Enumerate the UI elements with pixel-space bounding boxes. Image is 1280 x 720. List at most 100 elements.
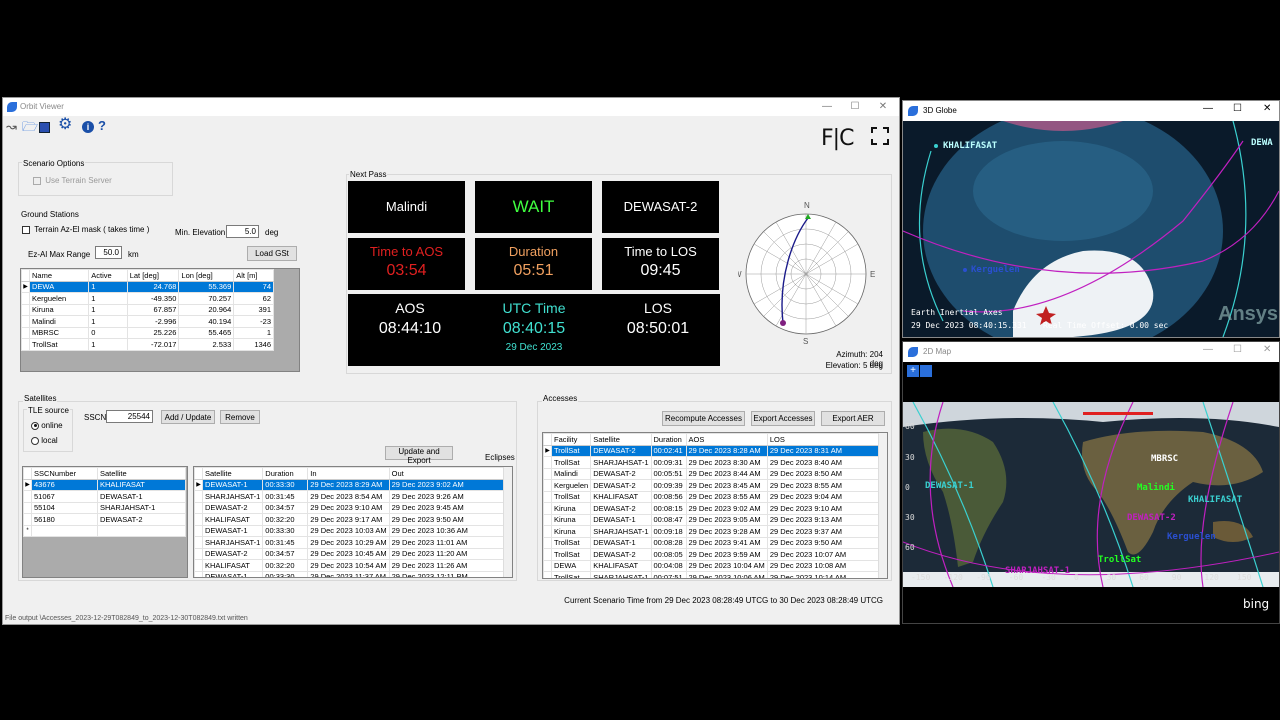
table-cell[interactable]: 29 Dec 2023 9:37 AM: [766, 525, 880, 538]
table-cell[interactable]: 00:33:30: [262, 524, 309, 537]
globe-close-button[interactable]: ✕: [1263, 103, 1271, 114]
table-cell[interactable]: KHALIFASAT: [201, 559, 264, 572]
table-cell[interactable]: 25.226: [126, 326, 180, 339]
table-cell[interactable]: 00:31:45: [262, 490, 309, 503]
table-cell[interactable]: MBRSC: [28, 326, 90, 339]
table-cell[interactable]: Kiruna: [28, 303, 90, 316]
table-cell[interactable]: 00:32:20: [262, 513, 309, 526]
table-cell[interactable]: 1: [88, 280, 128, 293]
table-cell[interactable]: 55104: [31, 501, 98, 514]
table-row[interactable]: ▶ DEWASAT-1 00:33:30 29 Dec 2023 8:29 AM 29 …: [194, 478, 505, 491]
table-row[interactable]: Kerguelen DEWASAT-2 00:09:39 29 Dec 2023 8:…: [543, 479, 880, 492]
eclipses-scrollbar[interactable]: [503, 467, 512, 577]
table-cell[interactable]: 29 Dec 2023 8:30 AM: [685, 456, 768, 469]
table-cell[interactable]: TrollSat: [550, 456, 592, 469]
table-row[interactable]: DEWASAT-2 00:34:57 29 Dec 2023 10:45 AM 29 …: [194, 547, 505, 560]
table-cell[interactable]: 29 Dec 2023 9:26 AM: [388, 490, 505, 503]
table-cell[interactable]: DEWASAT-1: [590, 513, 652, 526]
table-cell[interactable]: 74: [233, 280, 274, 293]
table-row[interactable]: MBRSC 0 25.226 55.465 1: [21, 326, 274, 339]
table-cell[interactable]: 29 Dec 2023 10:54 AM: [307, 559, 390, 572]
map-titlebar[interactable]: 2D Map: [903, 342, 1279, 362]
table-cell[interactable]: DEWA: [550, 559, 592, 572]
table-cell[interactable]: 1: [88, 338, 128, 351]
table-cell[interactable]: 00:33:30: [262, 478, 309, 491]
table-row[interactable]: ▶ TrollSat DEWASAT-2 00:02:41 29 Dec 2023 8:…: [543, 444, 880, 457]
table-cell[interactable]: 55.369: [178, 280, 235, 293]
export-accesses-button[interactable]: Export Accesses: [751, 411, 815, 426]
table-cell[interactable]: Kiruna: [550, 525, 592, 538]
table-cell[interactable]: 29 Dec 2023 8:55 AM: [766, 479, 880, 492]
table-cell[interactable]: -49.350: [126, 292, 180, 305]
maximize-button[interactable]: ☐: [841, 98, 869, 116]
table-cell[interactable]: 29 Dec 2023 8:55 AM: [685, 490, 768, 503]
table-cell[interactable]: 40.194: [178, 315, 235, 328]
table-cell[interactable]: 00:04:08: [650, 559, 687, 572]
table-cell[interactable]: 29 Dec 2023 9:50 AM: [766, 536, 880, 549]
table-cell[interactable]: 0: [88, 326, 128, 339]
table-row[interactable]: SHARJAHSAT-1 00:31:45 29 Dec 2023 8:54 AM 2…: [194, 490, 505, 503]
table-cell[interactable]: 55.465: [178, 326, 235, 339]
table-row[interactable]: TrollSat DEWASAT-2 00:08:05 29 Dec 2023 9:5…: [543, 548, 880, 561]
table-cell[interactable]: 1: [88, 292, 128, 305]
help-icon[interactable]: ?: [98, 118, 106, 134]
table-cell[interactable]: 00:05:51: [650, 467, 687, 480]
table-cell[interactable]: 29 Dec 2023 9:05 AM: [685, 513, 768, 526]
table-cell[interactable]: DEWASAT-2: [201, 501, 264, 514]
table-cell[interactable]: 29 Dec 2023 11:01 AM: [388, 536, 505, 549]
table-cell[interactable]: 29 Dec 2023 12:11 PM: [388, 570, 505, 577]
col-ecl-satellite[interactable]: Satellite: [201, 467, 264, 480]
table-row[interactable]: TrollSat KHALIFASAT 00:08:56 29 Dec 2023 8:…: [543, 490, 880, 503]
table-cell[interactable]: DEWASAT-1: [201, 478, 264, 491]
table-cell[interactable]: 29 Dec 2023 9:45 AM: [388, 501, 505, 514]
table-cell[interactable]: 29 Dec 2023 8:50 AM: [766, 467, 880, 480]
recompute-accesses-button[interactable]: Recompute Accesses: [662, 411, 745, 426]
new-row[interactable]: *: [23, 524, 186, 537]
table-cell[interactable]: DEWASAT-2: [590, 444, 652, 457]
table-row[interactable]: ▶ 43676 KHALIFASAT: [23, 478, 186, 491]
add-update-button[interactable]: Add / Update: [161, 410, 215, 424]
table-cell[interactable]: 00:08:15: [650, 502, 687, 515]
col-lat[interactable]: Lat [deg]: [126, 269, 180, 282]
table-cell[interactable]: 29 Dec 2023 8:31 AM: [766, 444, 880, 457]
table-row[interactable]: Malindi DEWASAT-2 00:05:51 29 Dec 2023 8:44…: [543, 467, 880, 480]
table-cell[interactable]: DEWASAT-2: [97, 513, 186, 526]
col-lon[interactable]: Lon [deg]: [178, 269, 235, 282]
table-cell[interactable]: 56180: [31, 513, 98, 526]
table-cell[interactable]: 29 Dec 2023 8:54 AM: [307, 490, 390, 503]
table-cell[interactable]: 29 Dec 2023 8:45 AM: [685, 479, 768, 492]
table-cell[interactable]: 20.964: [178, 303, 235, 316]
save-icon[interactable]: [39, 122, 50, 133]
table-cell[interactable]: 29 Dec 2023 9:02 AM: [388, 478, 505, 491]
table-cell[interactable]: -72.017: [126, 338, 180, 351]
col-acc-los[interactable]: LOS: [766, 433, 880, 446]
accesses-scrollbar[interactable]: [878, 433, 887, 578]
online-radio[interactable]: online: [31, 421, 63, 430]
table-row[interactable]: Kiruna 1 67.857 20.964 391: [21, 303, 274, 316]
table-cell[interactable]: 29 Dec 2023 10:07 AM: [766, 548, 880, 561]
table-row[interactable]: Kiruna DEWASAT-1 00:08:47 29 Dec 2023 9:05 …: [543, 513, 880, 526]
table-cell[interactable]: 00:32:20: [262, 559, 309, 572]
table-cell[interactable]: Kiruna: [550, 502, 592, 515]
table-cell[interactable]: DEWASAT-1: [201, 524, 264, 537]
table-cell[interactable]: 00:09:31: [650, 456, 687, 469]
table-row[interactable]: SHARJAHSAT-1 00:31:45 29 Dec 2023 10:29 AM…: [194, 536, 505, 549]
table-cell[interactable]: Malindi: [28, 315, 90, 328]
table-cell[interactable]: 00:08:28: [650, 536, 687, 549]
table-cell[interactable]: TrollSat: [550, 490, 592, 503]
table-cell[interactable]: 00:08:47: [650, 513, 687, 526]
map-minimize-button[interactable]: —: [1203, 344, 1213, 355]
table-cell[interactable]: 00:31:45: [262, 536, 309, 549]
map-maximize-button[interactable]: ☐: [1233, 344, 1242, 355]
table-cell[interactable]: 2.533: [178, 338, 235, 351]
table-row[interactable]: DEWA KHALIFASAT 00:04:08 29 Dec 2023 10:04 …: [543, 559, 880, 572]
table-cell[interactable]: TrollSat: [550, 536, 592, 549]
table-cell[interactable]: SHARJAHSAT-1: [201, 490, 264, 503]
table-cell[interactable]: 29 Dec 2023 8:29 AM: [307, 478, 390, 491]
table-row[interactable]: 55104 SHARJAHSAT-1: [23, 501, 186, 514]
globe-minimize-button[interactable]: —: [1203, 103, 1213, 114]
table-cell[interactable]: 70.257: [178, 292, 235, 305]
table-cell[interactable]: KHALIFASAT: [590, 559, 652, 572]
table-row[interactable]: Kerguelen 1 -49.350 70.257 62: [21, 292, 274, 305]
table-row[interactable]: 56180 DEWASAT-2: [23, 513, 186, 526]
